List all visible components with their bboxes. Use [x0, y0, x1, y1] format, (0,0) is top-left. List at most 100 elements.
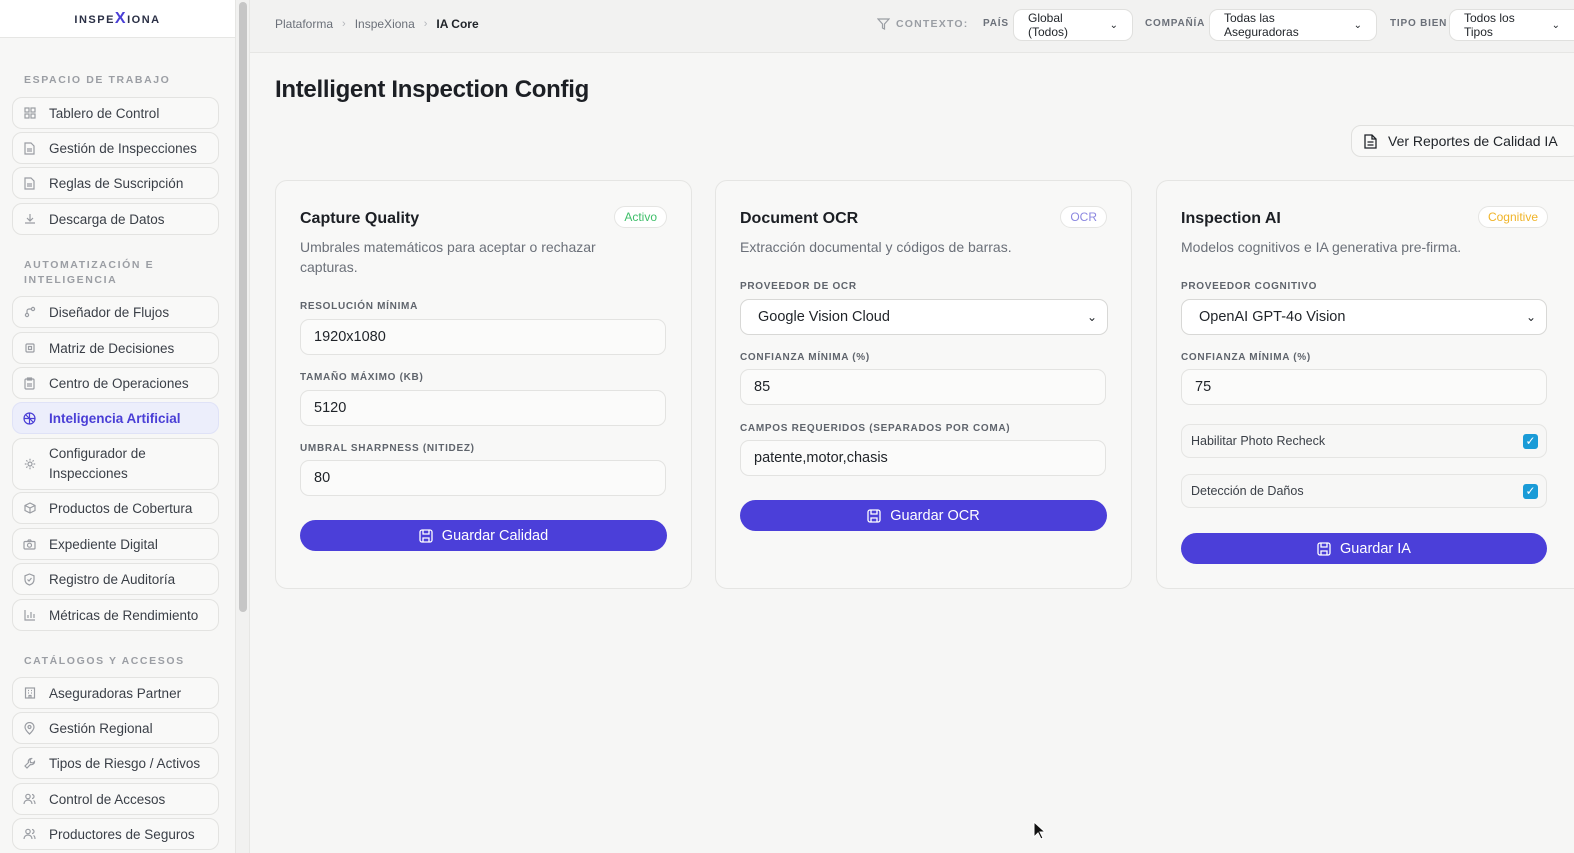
breadcrumb-item[interactable]: Plataforma [275, 17, 333, 31]
users-icon [23, 828, 36, 841]
sharpness-threshold-input[interactable]: 80 [300, 460, 666, 496]
damage-detection-toggle-row: Detección de Daños ✓ [1181, 474, 1547, 508]
max-size-input[interactable]: 5120 [300, 390, 666, 426]
capture-quality-card: Capture Quality Activo Umbrales matemáti… [275, 180, 692, 589]
card-title: Inspection AI [1181, 210, 1281, 227]
sidebar-item-label: Gestión Regional [49, 720, 153, 736]
sidebar-item-regional-management[interactable]: Gestión Regional [12, 712, 219, 744]
sidebar-item-label: Expediente Digital [49, 536, 158, 552]
sidebar-item-label: Aseguradoras Partner [49, 685, 182, 701]
bar-chart-icon [23, 609, 36, 622]
save-icon [1317, 541, 1331, 556]
section-title-catalogs: CATÁLOGOS Y ACCESOS [24, 655, 185, 667]
sidebar-item-decision-matrix[interactable]: Matriz de Decisiones [12, 332, 219, 364]
company-select[interactable]: Todas las Aseguradoras ⌄ [1209, 9, 1377, 41]
users-icon [23, 793, 36, 806]
status-badge: OCR [1060, 206, 1107, 228]
save-ai-button[interactable]: Guardar IA [1181, 533, 1547, 564]
workflow-icon [23, 306, 36, 319]
sidebar-item-performance-metrics[interactable]: Métricas de Rendimiento [12, 599, 219, 631]
sidebar-item-dashboard[interactable]: Tablero de Control [12, 97, 219, 129]
download-icon [23, 213, 36, 226]
field-label: CONFIANZA MÍNIMA (%) [1181, 352, 1311, 363]
filter-label-company: COMPAÑÍA [1145, 18, 1206, 29]
shield-icon [23, 572, 36, 586]
view-ai-quality-reports-button[interactable]: Ver Reportes de Calidad IA [1351, 125, 1574, 157]
required-fields-input[interactable]: patente,motor,chasis [740, 440, 1106, 476]
save-icon [419, 528, 433, 543]
sidebar-item-coverage-products[interactable]: Productos de Cobertura [12, 492, 219, 524]
sidebar-item-operations-center[interactable]: Centro de Operaciones [12, 367, 219, 399]
clipboard-icon [23, 376, 36, 390]
sidebar-item-label: Descarga de Datos [49, 211, 165, 227]
card-description: Extracción documental y códigos de barra… [740, 239, 1012, 255]
sidebar-item-artificial-intelligence[interactable]: Inteligencia Artificial [12, 402, 219, 434]
sidebar-item-audit-log[interactable]: Registro de Auditoría [12, 563, 219, 595]
gear-icon [23, 458, 36, 471]
save-ocr-button[interactable]: Guardar OCR [740, 500, 1107, 531]
min-resolution-input[interactable]: 1920x1080 [300, 319, 666, 355]
card-title: Capture Quality [300, 210, 420, 227]
chevron-right-icon: › [423, 18, 428, 30]
chevron-down-icon: ⌄ [1525, 310, 1536, 324]
filter-label-asset-type: TIPO BIEN [1390, 18, 1448, 29]
document-icon [23, 141, 36, 155]
card-description: Modelos cognitivos e IA generativa pre-f… [1181, 239, 1462, 255]
save-icon [867, 508, 881, 523]
sidebar-item-subscription-rules[interactable]: Reglas de Suscripción [12, 167, 219, 199]
card-title: Document OCR [740, 210, 859, 227]
sidebar-item-label: Reglas de Suscripción [49, 175, 184, 191]
logo-bar: INSPEXIONA [0, 0, 235, 38]
sidebar-item-label: Registro de Auditoría [49, 571, 176, 587]
sidebar-item-inspections[interactable]: Gestión de Inspecciones [12, 132, 219, 164]
sidebar-item-insurance-producers[interactable]: Productores de Seguros [12, 818, 219, 850]
sidebar-item-access-control[interactable]: Control de Accesos [12, 783, 219, 815]
sidebar-item-label: Productores de Seguros [49, 826, 195, 842]
grid-icon [23, 107, 36, 120]
sidebar-item-digital-file[interactable]: Expediente Digital [12, 528, 219, 560]
sidebar-item-label: Tipos de Riesgo / Activos [49, 755, 201, 771]
chevron-down-icon: ⌄ [1353, 19, 1362, 31]
sidebar-item-label: Control de Accesos [49, 791, 166, 807]
breadcrumb-item[interactable]: InspeXiona [355, 17, 415, 31]
field-label: RESOLUCIÓN MÍNIMA [300, 301, 419, 312]
topbar: Plataforma › InspeXiona › IA Core CONTEX… [250, 0, 1574, 53]
filter-icon [877, 18, 890, 30]
photo-recheck-toggle-row: Habilitar Photo Recheck ✓ [1181, 424, 1547, 458]
ocr-provider-select[interactable]: Google Vision Cloud ⌄ [740, 299, 1108, 335]
inspection-ai-card: Inspection AI Cognitive Modelos cognitiv… [1156, 180, 1574, 589]
field-label: UMBRAL SHARPNESS (NITIDEZ) [300, 443, 475, 454]
photo-recheck-checkbox[interactable]: ✓ [1523, 434, 1538, 449]
brain-icon [23, 411, 36, 425]
tool-icon [23, 757, 36, 770]
sidebar-item-label: Inteligencia Artificial [49, 410, 181, 426]
app-logo[interactable]: INSPEXIONA [74, 10, 160, 28]
camera-icon [23, 538, 36, 551]
sidebar-item-inspection-configurator[interactable]: Configurador de Inspecciones [12, 438, 219, 490]
cognitive-provider-select[interactable]: OpenAI GPT-4o Vision ⌄ [1181, 299, 1547, 335]
sidebar-item-label: Métricas de Rendimiento [49, 607, 199, 623]
document-icon [23, 176, 36, 190]
sidebar-item-partner-insurers[interactable]: Aseguradoras Partner [12, 677, 219, 709]
country-select[interactable]: Global (Todos) ⌄ [1013, 9, 1133, 41]
status-badge: Activo [614, 206, 667, 228]
sidebar-item-data-download[interactable]: Descarga de Datos [12, 203, 219, 235]
ocr-min-confidence-input[interactable]: 85 [740, 369, 1106, 405]
page-title: Intelligent Inspection Config [275, 76, 589, 103]
damage-detection-checkbox[interactable]: ✓ [1523, 484, 1538, 499]
sidebar: INSPEXIONA ESPACIO DE TRABAJO Tablero de… [0, 0, 236, 853]
filter-label-country: PAÍS [983, 18, 1009, 29]
field-label: PROVEEDOR COGNITIVO [1181, 281, 1318, 292]
building-icon [23, 687, 36, 700]
section-title-workspace: ESPACIO DE TRABAJO [24, 74, 171, 86]
asset-type-select[interactable]: Todos los Tipos ⌄ [1449, 9, 1574, 41]
chevron-down-icon: ⌄ [1109, 19, 1118, 31]
sidebar-scrollbar-thumb[interactable] [239, 2, 247, 612]
sidebar-item-flow-designer[interactable]: Diseñador de Flujos [12, 296, 219, 328]
sidebar-item-risk-types[interactable]: Tipos de Riesgo / Activos [12, 747, 219, 779]
sidebar-item-label: Diseñador de Flujos [49, 304, 170, 320]
save-quality-button[interactable]: Guardar Calidad [300, 520, 667, 551]
sidebar-item-label: Centro de Operaciones [49, 375, 189, 391]
chevron-right-icon: › [342, 18, 346, 30]
ai-min-confidence-input[interactable]: 75 [1181, 369, 1547, 405]
